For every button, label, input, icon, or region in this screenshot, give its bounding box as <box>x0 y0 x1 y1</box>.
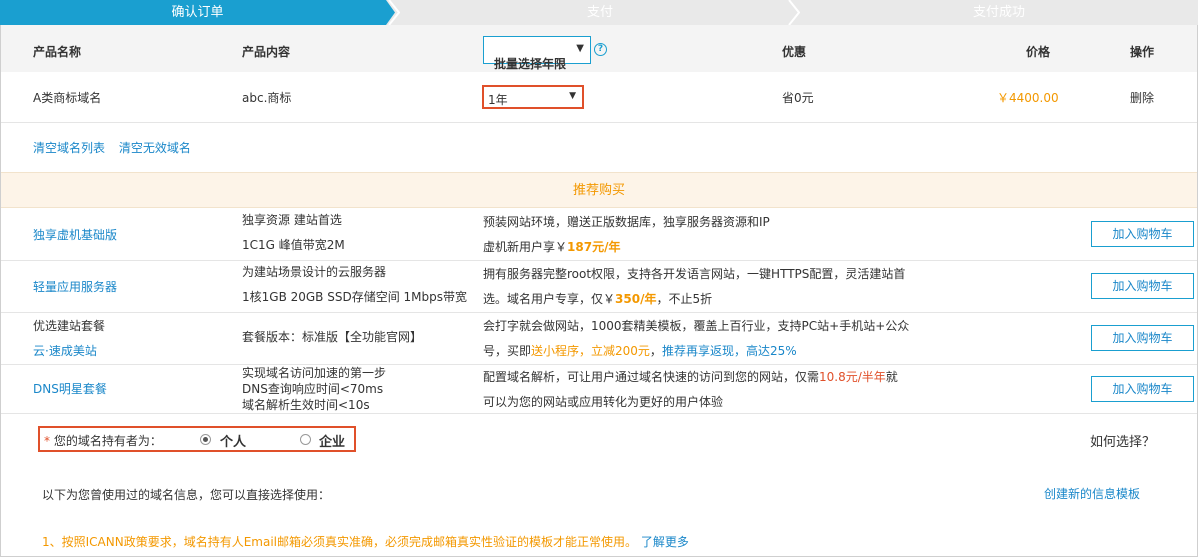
create-template-link[interactable]: 创建新的信息模板 <box>1044 485 1140 502</box>
desc-line: 配置域名解析，可让用户通过域名快速的访问到您的网站，仅需10.8元/半年就 <box>483 368 898 385</box>
radio-company[interactable] <box>300 434 311 445</box>
required-mark: * <box>44 434 50 448</box>
recommend-item-spec: 为建站场景设计的云服务器 <box>242 265 387 279</box>
desc-line: 会打字就会做网站，1000套精美模板，覆盖上百行业，支持PC站+手机站+公众 <box>483 319 910 333</box>
col-price: 价格 <box>1026 45 1051 59</box>
clear-links: 清空域名列表 清空无效域名 <box>33 139 201 156</box>
recommend-item-desc: 预装网站环境，赠送正版数据库，独享服务器资源和IP 虚机新用户享￥187元/年 <box>483 209 913 261</box>
list-item: 独享虚机基础版 独享资源 建站首选 1C1G 峰值带宽2M 预装网站环境，赠送正… <box>1 209 1197 261</box>
recommend-item-spec: 独享资源 建站首选 <box>242 213 342 227</box>
add-to-cart-button[interactable]: 加入购物车 <box>1091 325 1194 351</box>
batch-year-select-label: 批量选择年限 <box>494 57 567 71</box>
add-to-cart-button[interactable]: 加入购物车 <box>1091 376 1194 402</box>
desc-text: ，不止5折 <box>656 292 713 306</box>
recommend-item-spec: 1C1G 峰值带宽2M <box>242 238 345 252</box>
recommend-item-spec: DNS查询响应时间<70ms <box>242 382 384 396</box>
year-select[interactable]: 1年 ▼ <box>482 85 584 109</box>
delete-link[interactable]: 删除 <box>1130 89 1154 106</box>
year-select-value: 1年 <box>488 93 508 107</box>
desc-line: 号，买即送小程序，立减200元，推荐再享返现，高达25% <box>483 342 797 359</box>
list-item: DNS明星套餐 实现域名访问加速的第一步 DNS查询响应时间<70ms 域名解析… <box>1 365 1197 414</box>
product-price: ￥4400.00 <box>997 91 1059 105</box>
learn-more-link[interactable]: 了解更多 <box>641 535 689 549</box>
promo-text: 送小程序，立减200元 <box>531 344 650 358</box>
order-steps: 确认订单 支付 支付成功 <box>0 0 1198 25</box>
product-name: A类商标域名 <box>33 91 102 105</box>
option-personal-label[interactable]: 个人 <box>220 431 246 450</box>
table-row: A类商标域名 abc.商标 1年 ▼ 省0元 ￥4400.00 删除 <box>1 72 1197 123</box>
table-header: 产品名称 产品内容 批量选择年限 ▼ ? 优惠 价格 操作 <box>1 25 1197 72</box>
col-discount: 优惠 <box>782 45 807 59</box>
recommend-item-name[interactable]: 独享虚机基础版 <box>33 226 117 243</box>
add-to-cart-button[interactable]: 加入购物车 <box>1091 273 1194 299</box>
desc-text: 就 <box>885 370 898 384</box>
clear-invalid-link[interactable]: 清空无效域名 <box>119 141 191 155</box>
recommend-item-name[interactable]: DNS明星套餐 <box>33 380 107 397</box>
promo-text: 推荐再享返现，高达25% <box>661 344 797 358</box>
list-item: 优选建站套餐 云·速成美站 套餐版本：标准版【全功能官网】 会打字就会做网站，1… <box>1 313 1197 365</box>
recommend-item-desc: 拥有服务器完整root权限，支持各开发语言网站，一键HTTPS配置，灵活建站首 … <box>483 261 913 313</box>
add-to-cart-button[interactable]: 加入购物车 <box>1091 221 1194 247</box>
recommend-item-sub-link[interactable]: 云·速成美站 <box>33 342 97 359</box>
radio-personal[interactable] <box>200 434 211 445</box>
step-separator-icon <box>788 0 800 25</box>
batch-year-select[interactable]: 批量选择年限 ▼ <box>483 36 591 71</box>
col-product-name: 产品名称 <box>33 45 82 59</box>
icann-notice: 1、按照ICANN政策要求，域名持有人Email邮箱必须真实准确，必须完成邮箱真… <box>42 533 689 550</box>
desc-line: 可以为您的网站或应用转化为更好的用户体验 <box>483 395 724 409</box>
recommend-item-spec: 1核1GB 20GB SSD存储空间 1Mbps带宽 <box>242 290 467 304</box>
step-separator-icon <box>388 0 400 25</box>
desc-text: 号，买即 <box>483 344 532 358</box>
recommend-item-name[interactable]: 轻量应用服务器 <box>33 278 117 295</box>
recommend-item-spec: 域名解析生效时间<10s <box>242 398 370 412</box>
recommend-item-name: 优选建站套餐 <box>33 319 106 333</box>
col-action: 操作 <box>1130 45 1155 59</box>
step-payment-success: 支付成功 <box>972 5 1025 20</box>
desc-line: 预装网站环境，赠送正版数据库，独享服务器资源和IP <box>483 215 770 229</box>
list-item: 轻量应用服务器 为建站场景设计的云服务器 1核1GB 20GB SSD存储空间 … <box>1 261 1197 313</box>
dropdown-arrow-icon: ▼ <box>569 91 576 101</box>
desc-text: 选。域名用户专享，仅￥ <box>483 292 616 306</box>
clear-list-link[interactable]: 清空域名列表 <box>33 141 105 155</box>
recommend-header: 推荐购买 <box>1 172 1197 208</box>
notice-text: 1、按照ICANN政策要求，域名持有人Email邮箱必须真实准确，必须完成邮箱真… <box>42 535 638 549</box>
recommend-item-desc: 会打字就会做网站，1000套精美模板，覆盖上百行业，支持PC站+手机站+公众 号… <box>483 313 913 365</box>
how-to-choose[interactable]: 如何选择？ <box>1090 431 1155 450</box>
help-icon[interactable]: ? <box>594 43 607 56</box>
desc-line: 虚机新用户享￥187元/年 <box>483 238 620 255</box>
recommend-item-spec: 套餐版本：标准版【全功能官网】 <box>242 330 423 344</box>
promo-price: 350/年 <box>615 292 657 306</box>
step-confirm-order: 确认订单 <box>0 0 395 25</box>
step-payment: 支付 <box>586 5 613 20</box>
recommend-item-desc: 配置域名解析，可让用户通过域名快速的访问到您的网站，仅需10.8元/半年就 可以… <box>483 365 913 414</box>
recommend-item-spec: 实现域名访问加速的第一步 <box>242 366 387 380</box>
promo-price: 10.8元/半年 <box>819 370 886 384</box>
owner-label: * 您的域名持有者为： <box>44 432 162 449</box>
desc-text: 虚机新用户享￥ <box>483 240 568 254</box>
owner-label-text: 您的域名持有者为： <box>53 434 162 448</box>
desc-text: 配置域名解析，可让用户通过域名快速的访问到您的网站，仅需 <box>483 370 820 384</box>
product-discount: 省0元 <box>782 91 814 105</box>
used-info-text: 以下为您曾使用过的域名信息，您可以直接选择使用： <box>42 488 331 502</box>
product-content: abc.商标 <box>242 91 292 105</box>
owner-type-selector: * 您的域名持有者为： 个人 企业 <box>38 426 356 452</box>
col-product-content: 产品内容 <box>242 45 291 59</box>
desc-text: ， <box>649 344 662 358</box>
option-company-label[interactable]: 企业 <box>319 431 345 450</box>
desc-line: 拥有服务器完整root权限，支持各开发语言网站，一键HTTPS配置，灵活建站首 <box>483 267 906 281</box>
dropdown-arrow-icon: ▼ <box>576 43 584 54</box>
desc-line: 选。域名用户专享，仅￥350/年，不止5折 <box>483 290 712 307</box>
promo-price: 187元/年 <box>567 240 621 254</box>
